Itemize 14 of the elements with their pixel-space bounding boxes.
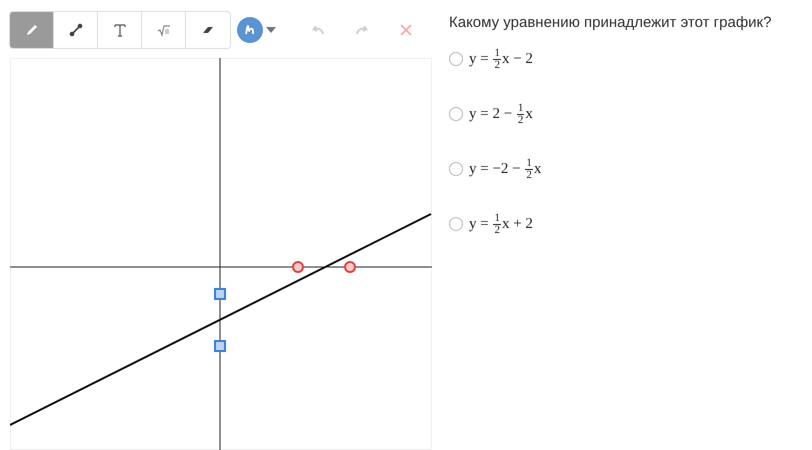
- y-point-marker[interactable]: [214, 288, 226, 300]
- x-point-marker[interactable]: [344, 261, 356, 273]
- radio-button[interactable]: [449, 162, 463, 176]
- radio-button[interactable]: [449, 107, 463, 121]
- text-icon: [112, 22, 128, 38]
- radio-button[interactable]: [449, 52, 463, 66]
- x-point-marker[interactable]: [292, 261, 304, 273]
- question-text: Какому уравнению принадлежит этот график?: [449, 14, 772, 31]
- scribble-icon: [243, 23, 257, 37]
- y-point-marker[interactable]: [214, 340, 226, 352]
- line-segment-icon: [68, 22, 84, 38]
- caret-icon: [266, 27, 276, 33]
- color-picker[interactable]: [237, 17, 276, 43]
- radio-button[interactable]: [449, 217, 463, 231]
